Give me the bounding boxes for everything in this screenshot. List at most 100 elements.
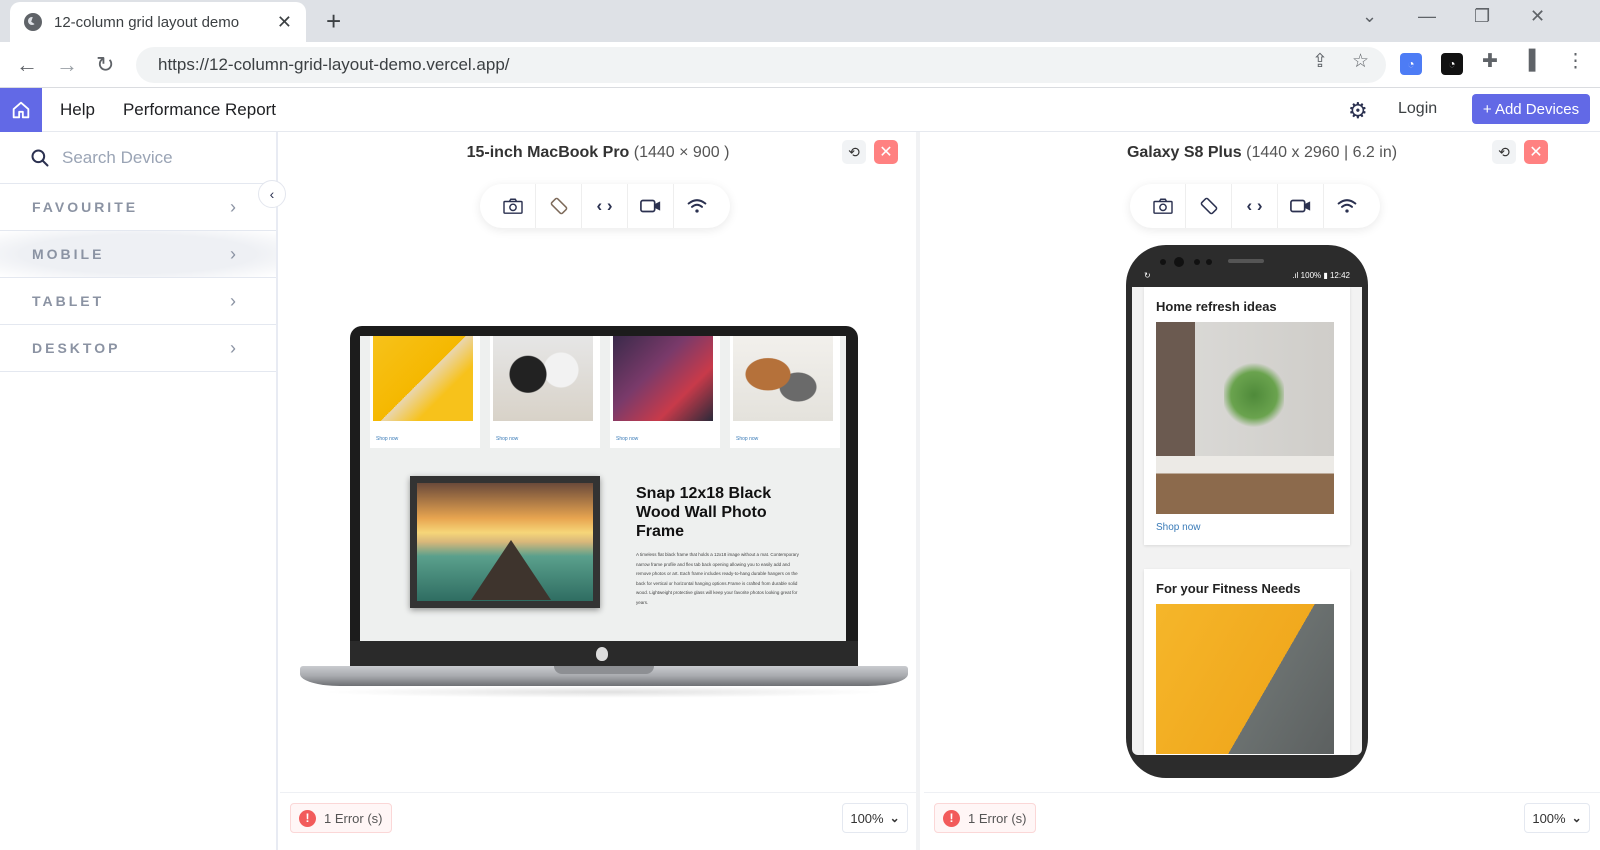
- shop-now-link[interactable]: Shop now: [1156, 522, 1338, 533]
- error-badge[interactable]: ! 1 Error (s): [290, 803, 392, 833]
- new-tab-button[interactable]: +: [326, 6, 341, 37]
- browser-tab[interactable]: 12-column grid layout demo ✕: [10, 2, 306, 42]
- camera-icon: [1152, 198, 1173, 214]
- gear-icon[interactable]: ⚙: [1348, 98, 1368, 124]
- sensor-icon: [1206, 259, 1212, 265]
- code-icon: ‹ ›: [1246, 196, 1263, 215]
- category-favourite[interactable]: FAVOURITE ›: [0, 184, 276, 231]
- browser-tab-strip: 12-column grid layout demo ✕ + ⌄ — ❐ ✕: [0, 0, 1600, 42]
- phone-top-bezel: ↻ .ıl 100% ▮ 12:42: [1132, 245, 1362, 287]
- url-text[interactable]: https://12-column-grid-layout-demo.verce…: [158, 55, 510, 75]
- code-button[interactable]: ‹ ›: [1232, 184, 1278, 228]
- device-search: [0, 132, 276, 184]
- restore-icon[interactable]: ❐: [1474, 6, 1490, 27]
- laptop-screen[interactable]: Shop now Shop now Shop now Shop now Snap…: [360, 336, 846, 641]
- tab-search-icon[interactable]: ⌄: [1362, 6, 1377, 27]
- side-panel-icon[interactable]: ▐: [1522, 50, 1535, 72]
- chevron-down-icon: ⌄: [1571, 811, 1582, 825]
- network-button[interactable]: [1324, 184, 1370, 228]
- reload-icon[interactable]: ↻: [96, 52, 114, 78]
- collapse-sidebar-button[interactable]: ‹: [258, 180, 286, 208]
- back-arrow-icon[interactable]: ←: [16, 52, 38, 78]
- video-icon: [1289, 199, 1310, 213]
- category-mobile[interactable]: MOBILE ›: [0, 231, 276, 278]
- close-device-button[interactable]: ✕: [1524, 140, 1548, 164]
- category-label: MOBILE: [32, 246, 105, 262]
- zoom-select[interactable]: 100% ⌄: [842, 803, 908, 833]
- login-button[interactable]: Login: [1398, 100, 1437, 118]
- error-badge[interactable]: ! 1 Error (s): [934, 803, 1036, 833]
- rotate-view-button[interactable]: ⟲: [842, 140, 866, 164]
- app-header: Help Performance Report ⚙ Login + Add De…: [0, 87, 1600, 132]
- extension-icon-2[interactable]: ◔: [1441, 53, 1463, 75]
- status-text: .ıl 100% ▮ 12:42: [1292, 271, 1350, 280]
- address-bar[interactable]: https://12-column-grid-layout-demo.verce…: [136, 47, 1386, 83]
- device-name: Galaxy S8 Plus: [1126, 144, 1242, 161]
- category-label: FAVOURITE: [32, 199, 139, 215]
- laptop-shadow: [320, 686, 888, 698]
- rotate-view-button[interactable]: ⟲: [1492, 140, 1516, 164]
- sync-icon: ↻: [1144, 271, 1151, 280]
- product-card[interactable]: Shop now: [610, 336, 720, 448]
- product-image-pets: [733, 336, 833, 421]
- close-tab-icon[interactable]: ✕: [277, 12, 292, 33]
- code-button[interactable]: ‹ ›: [582, 184, 628, 228]
- puzzle-icon[interactable]: ✚: [1482, 50, 1498, 73]
- category-desktop[interactable]: DESKTOP ›: [0, 325, 276, 372]
- kebab-menu-icon[interactable]: ⋮: [1566, 50, 1585, 73]
- add-devices-button[interactable]: + Add Devices: [1472, 94, 1590, 124]
- zoom-value: 100%: [1532, 810, 1566, 826]
- share-icon[interactable]: ⇪: [1312, 50, 1328, 73]
- extension-icon-1[interactable]: ◔: [1400, 53, 1422, 75]
- category-label: TABLET: [32, 293, 105, 309]
- screenshot-button[interactable]: [490, 184, 536, 228]
- rotate-button[interactable]: [536, 184, 582, 228]
- search-icon: [31, 149, 49, 166]
- refresh-icon: ⟲: [1498, 143, 1510, 160]
- shop-now-link[interactable]: Shop now: [376, 436, 398, 442]
- mobile-card[interactable]: For your Fitness Needs: [1144, 569, 1350, 755]
- device-sidebar: FAVOURITE › MOBILE › TABLET › DESKTOP ›: [0, 132, 278, 850]
- close-device-button[interactable]: ✕: [874, 140, 898, 164]
- wifi-icon: [687, 199, 707, 213]
- performance-report-link[interactable]: Performance Report: [123, 100, 276, 120]
- error-text: 1 Error (s): [324, 810, 383, 826]
- galaxy-preview: ↻ .ıl 100% ▮ 12:42 Home refresh ideas Sh…: [1126, 245, 1368, 778]
- shop-now-link[interactable]: Shop now: [496, 436, 518, 442]
- product-card[interactable]: Shop now: [490, 336, 600, 448]
- mobile-card[interactable]: Home refresh ideas Shop now: [1144, 287, 1350, 545]
- record-button[interactable]: [628, 184, 674, 228]
- help-link[interactable]: Help: [60, 100, 95, 120]
- rotate-button[interactable]: [1186, 184, 1232, 228]
- chevron-down-icon: ⌄: [889, 811, 900, 825]
- product-card[interactable]: Shop now: [730, 336, 840, 448]
- home-button[interactable]: [0, 87, 42, 132]
- laptop-chin: [350, 641, 858, 668]
- minimize-icon[interactable]: —: [1418, 6, 1436, 27]
- product-image-music: [613, 336, 713, 421]
- category-label: DESKTOP: [32, 340, 121, 356]
- product-card[interactable]: Shop now: [370, 336, 480, 448]
- refresh-icon: ⟲: [848, 143, 860, 160]
- chevron-right-icon: ›: [230, 337, 236, 358]
- feature-description: A timeless flat black frame that holds a…: [636, 552, 799, 605]
- network-button[interactable]: [674, 184, 720, 228]
- phone-screen[interactable]: Home refresh ideas Shop now For your Fit…: [1132, 287, 1362, 755]
- feature-title: Snap 12x18 Black Wood Wall Photo Frame: [636, 485, 772, 540]
- card-title: Home refresh ideas: [1156, 299, 1277, 314]
- category-tablet[interactable]: TABLET ›: [0, 278, 276, 325]
- sensor-icon: [1160, 259, 1166, 265]
- photo-frame-image: [410, 476, 600, 608]
- laptop-lid: Shop now Shop now Shop now Shop now Snap…: [350, 326, 858, 668]
- shop-now-link[interactable]: Shop now: [616, 436, 638, 442]
- zoom-select[interactable]: 100% ⌄: [1524, 803, 1590, 833]
- chevron-right-icon: ›: [230, 196, 236, 217]
- shop-now-link[interactable]: Shop now: [736, 436, 758, 442]
- forward-arrow-icon[interactable]: →: [56, 52, 78, 78]
- search-device-input[interactable]: [62, 147, 262, 168]
- record-button[interactable]: [1278, 184, 1324, 228]
- window-close-icon[interactable]: ✕: [1530, 6, 1545, 27]
- browser-toolbar: ← → ↻ https://12-column-grid-layout-demo…: [0, 42, 1600, 88]
- star-icon[interactable]: ☆: [1352, 50, 1369, 73]
- screenshot-button[interactable]: [1140, 184, 1186, 228]
